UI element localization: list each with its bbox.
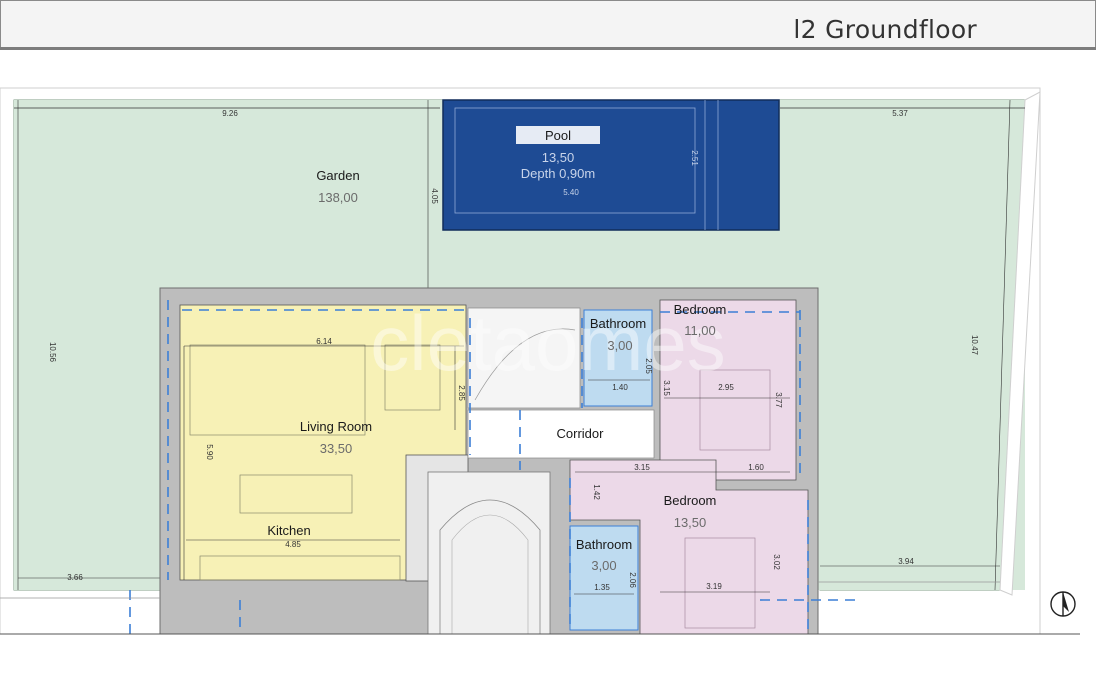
pool-depth: Depth 0,90m [521, 166, 595, 181]
dim-label: 3.15 [662, 380, 671, 396]
dim-label: 2.51 [690, 150, 699, 166]
living-room-label: Living Room [300, 419, 372, 434]
kitchen-label: Kitchen [267, 523, 310, 538]
dim-label: 5.90 [205, 444, 214, 460]
bathroom-1-label: Bathroom [590, 316, 646, 331]
dim-label: 3.02 [772, 554, 781, 570]
stair-lower [427, 471, 551, 635]
dim-label: 3.66 [67, 573, 83, 582]
bedroom-2-label: Bedroom [664, 493, 717, 508]
dim-label: 4.05 [430, 188, 439, 204]
dim-label: 2.05 [644, 358, 653, 374]
dim-label: 9.26 [222, 109, 238, 118]
dim-label: 2.95 [718, 383, 734, 392]
dim-label: 2.06 [628, 572, 637, 588]
dim-label: 1.40 [612, 383, 628, 392]
pool-label: Pool [545, 128, 571, 143]
bathroom-2-area: 3,00 [591, 558, 616, 573]
pool-area [442, 99, 780, 231]
bedroom-1-label: Bedroom [674, 302, 727, 317]
dim-label: 6.14 [316, 337, 332, 346]
living-room-area: 33,50 [320, 441, 353, 456]
dim-label: 5.40 [563, 188, 579, 197]
watermark-logo: cletaomes [370, 299, 726, 387]
dim-label: 2.85 [457, 385, 466, 401]
bathroom-2-label: Bathroom [576, 537, 632, 552]
dim-label: 1.35 [594, 583, 610, 592]
dim-label: 4.85 [285, 540, 301, 549]
dim-label: 3.15 [634, 463, 650, 472]
bedroom-2-area: 13,50 [674, 515, 707, 530]
pool-area-value: 13,50 [542, 150, 575, 165]
bedroom-1-area: 11,00 [684, 323, 716, 338]
dim-label: 5.37 [892, 109, 908, 118]
bathroom-1-area: 3,00 [607, 338, 632, 353]
corridor-label: Corridor [557, 426, 605, 441]
compass-icon [1050, 591, 1076, 617]
dim-label: 1.42 [592, 484, 601, 500]
floor-plan: cletaomes Garden 138,00 Pool 13,50 Depth… [0, 87, 1080, 635]
dim-label: 10.47 [970, 335, 979, 356]
dim-label: 10.56 [48, 342, 57, 363]
dim-label: 1.60 [748, 463, 764, 472]
dim-label: 3.19 [706, 582, 722, 591]
garden-label: Garden [316, 168, 359, 183]
dim-label: 3.94 [898, 557, 914, 566]
garden-area-value: 138,00 [318, 190, 358, 205]
dim-label: 3.77 [774, 392, 783, 408]
